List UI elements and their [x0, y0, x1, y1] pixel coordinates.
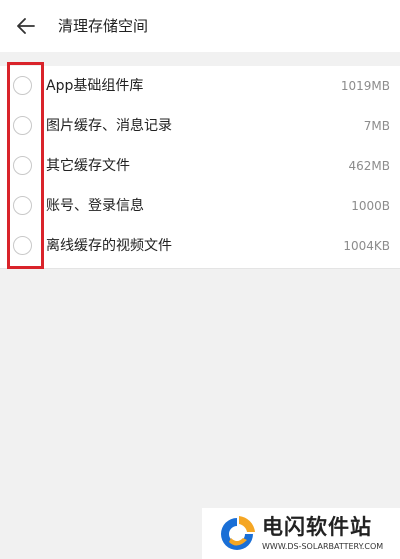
site-logo-icon	[217, 514, 257, 554]
radio-button[interactable]	[13, 196, 32, 215]
watermark-url: WWW.DS-SOLARBATTERY.COM	[262, 542, 384, 551]
item-label: App基础组件库	[46, 78, 144, 94]
arrow-left-icon[interactable]	[14, 14, 38, 38]
list-item[interactable]: 账号、登录信息 1000B	[0, 186, 400, 226]
list-item[interactable]: 图片缓存、消息记录 7MB	[0, 106, 400, 146]
radio-button[interactable]	[13, 76, 32, 95]
item-label: 离线缓存的视频文件	[46, 238, 172, 254]
item-size: 1000B	[351, 199, 390, 213]
item-label: 其它缓存文件	[46, 158, 130, 174]
watermark: 电闪软件站 WWW.DS-SOLARBATTERY.COM	[202, 508, 400, 559]
item-size: 1019MB	[340, 79, 390, 93]
list-item[interactable]: 其它缓存文件 462MB	[0, 146, 400, 186]
item-size: 7MB	[363, 119, 390, 133]
radio-button[interactable]	[13, 236, 32, 255]
storage-item-list: App基础组件库 1019MB 图片缓存、消息记录 7MB 其它缓存文件 462…	[0, 66, 400, 269]
item-size: 1004KB	[343, 239, 390, 253]
radio-button[interactable]	[13, 156, 32, 175]
item-size: 462MB	[348, 159, 391, 173]
list-item[interactable]: App基础组件库 1019MB	[0, 66, 400, 106]
watermark-title: 电闪软件站	[262, 515, 372, 539]
item-label: 账号、登录信息	[46, 198, 144, 214]
header-bar: 清理存储空间	[0, 0, 400, 52]
list-item[interactable]: 离线缓存的视频文件 1004KB	[0, 226, 400, 266]
page-title: 清理存储空间	[58, 17, 149, 35]
radio-button[interactable]	[13, 116, 32, 135]
item-label: 图片缓存、消息记录	[46, 118, 172, 134]
